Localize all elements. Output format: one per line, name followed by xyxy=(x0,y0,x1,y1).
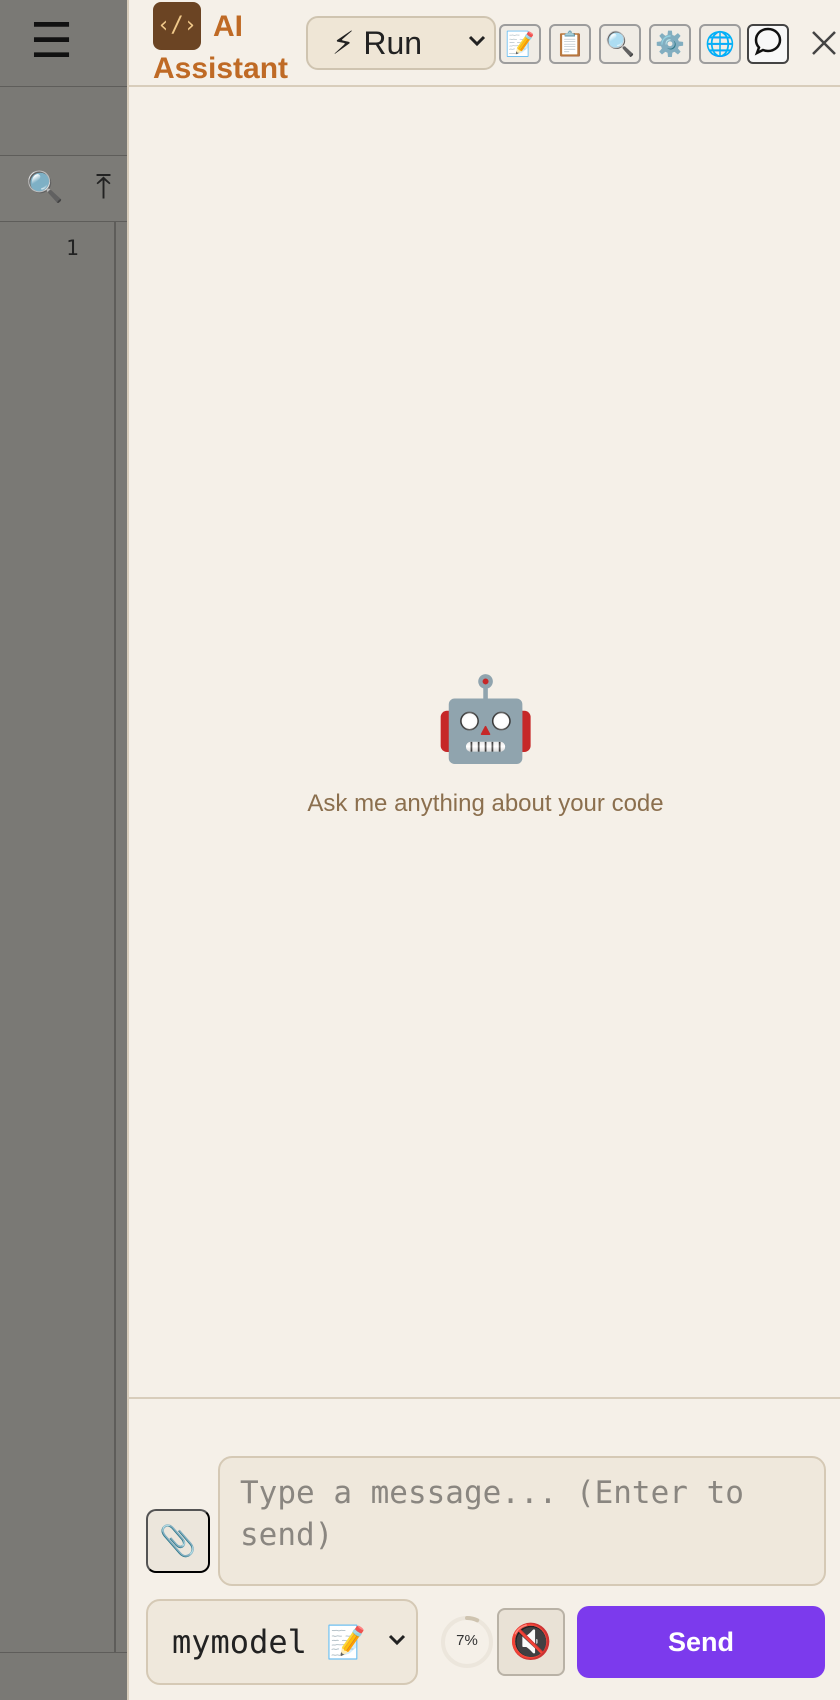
gear-icon: ⚙️ xyxy=(655,30,685,58)
editor-gutter xyxy=(114,222,116,1652)
mute-icon: 🔇 xyxy=(509,1623,553,1661)
empty-state: 🤖 Ask me anything about your code xyxy=(129,670,840,818)
web-button[interactable]: 🌐 xyxy=(699,24,741,64)
chevron-down-icon xyxy=(466,30,488,58)
close-icon[interactable] xyxy=(807,26,840,60)
message-input[interactable] xyxy=(218,1456,826,1586)
ai-assistant-panel: AI Assistant ‹/› ⚡ Run 📝 📋 🔍 ⚙️ 🌐 🤖 Ask … xyxy=(127,0,840,1700)
clipboard-button[interactable]: 📋 xyxy=(549,24,591,64)
line-number: 1 xyxy=(66,236,79,260)
model-selected-value: mymodel 📝 xyxy=(172,1623,366,1661)
chevron-down-icon xyxy=(386,1629,408,1657)
mode-select[interactable]: ⚡ Run xyxy=(306,16,496,70)
robot-icon: 🤖 xyxy=(434,674,537,765)
paperclip-icon: 📎 xyxy=(159,1524,197,1558)
chat-button[interactable] xyxy=(747,24,789,64)
settings-button[interactable]: ⚙️ xyxy=(649,24,691,64)
editor-status-divider xyxy=(0,1652,127,1653)
clipboard-icon: 📋 xyxy=(555,30,585,58)
empty-state-text: Ask me anything about your code xyxy=(307,790,664,817)
composer-divider xyxy=(129,1397,840,1399)
panel-header: AI Assistant ‹/› ⚡ Run 📝 📋 🔍 ⚙️ 🌐 xyxy=(129,0,840,87)
search-button[interactable]: 🔍 xyxy=(599,24,641,64)
code-logo-icon: ‹/› xyxy=(153,2,201,50)
chat-bubble-icon xyxy=(753,26,783,63)
attach-button[interactable]: 📎 xyxy=(146,1509,210,1573)
search-icon: 🔍 xyxy=(605,30,635,58)
mute-button[interactable]: 🔇 xyxy=(497,1608,565,1676)
editor-background: ☰ 🔍 ⤒ 1 xyxy=(0,0,127,1700)
editor-search-icon[interactable]: 🔍 xyxy=(26,170,63,205)
notes-icon: 📝 xyxy=(505,30,535,58)
model-select[interactable]: mymodel 📝 xyxy=(146,1599,418,1685)
globe-icon: 🌐 xyxy=(705,30,735,58)
scroll-top-icon[interactable]: ⤒ xyxy=(96,168,111,207)
context-usage-label: 7% xyxy=(456,1632,478,1649)
send-button[interactable]: Send xyxy=(577,1606,825,1678)
notes-button[interactable]: 📝 xyxy=(499,24,541,64)
mode-selected-value: ⚡ Run xyxy=(332,25,423,61)
editor-divider xyxy=(0,86,127,87)
hamburger-menu-icon[interactable]: ☰ xyxy=(30,18,73,66)
